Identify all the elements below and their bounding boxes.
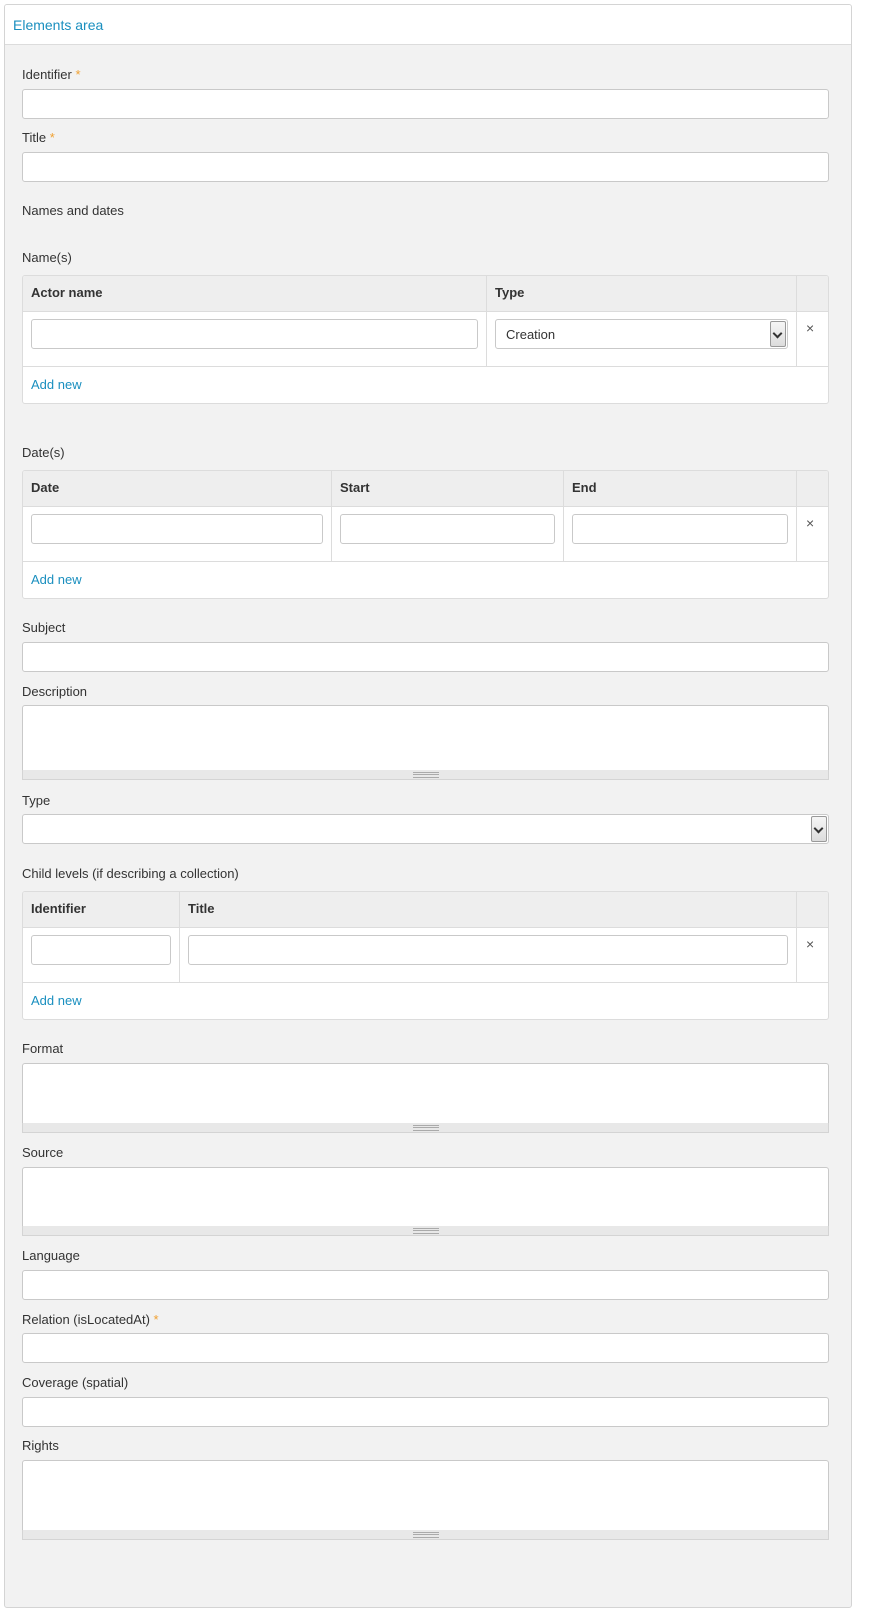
language-input[interactable] — [22, 1270, 829, 1300]
rights-resize-handle[interactable] — [22, 1530, 829, 1540]
title-input[interactable] — [22, 152, 829, 182]
child-title-input[interactable] — [188, 935, 788, 965]
column-header-actor-name: Actor name — [31, 285, 103, 300]
format-resize-handle[interactable] — [22, 1123, 829, 1133]
start-date-input[interactable] — [340, 514, 555, 544]
source-resize-handle[interactable] — [22, 1226, 829, 1236]
column-header-end: End — [572, 480, 597, 495]
column-divider — [331, 471, 332, 562]
grip-icon — [412, 1532, 439, 1538]
rights-textarea[interactable] — [22, 1460, 829, 1531]
end-date-input[interactable] — [572, 514, 788, 544]
row-divider — [23, 561, 828, 562]
actor-name-input[interactable] — [31, 319, 478, 349]
column-divider — [486, 276, 487, 367]
child-levels-table-header — [23, 892, 828, 928]
name-type-select[interactable]: Creation — [495, 319, 788, 349]
identifier-label: Identifier * — [22, 67, 81, 82]
relation-label: Relation (isLocatedAt) * — [22, 1312, 159, 1327]
column-divider — [796, 892, 797, 983]
description-resize-handle[interactable] — [22, 770, 829, 780]
identifier-input[interactable] — [22, 89, 829, 119]
names-table: Actor name Type Creation × Add new — [22, 275, 829, 404]
chevron-down-icon[interactable] — [811, 816, 827, 842]
source-textarea[interactable] — [22, 1167, 829, 1227]
subject-input[interactable] — [22, 642, 829, 672]
column-divider — [796, 276, 797, 367]
dates-add-new-link[interactable]: Add new — [31, 572, 82, 587]
relation-input[interactable] — [22, 1333, 829, 1363]
child-levels-add-new-link[interactable]: Add new — [31, 993, 82, 1008]
names-table-header — [23, 276, 828, 312]
format-textarea[interactable] — [22, 1063, 829, 1124]
panel-title[interactable]: Elements area — [13, 17, 103, 33]
required-marker: * — [153, 1312, 159, 1327]
name-type-value: Creation — [506, 327, 556, 342]
subject-label: Subject — [22, 620, 66, 635]
date-input[interactable] — [31, 514, 323, 544]
column-divider — [179, 892, 180, 983]
title-label-text: Title — [22, 130, 47, 145]
source-label: Source — [22, 1145, 64, 1160]
row-divider — [23, 366, 828, 367]
required-marker: * — [49, 130, 55, 145]
names-add-new-link[interactable]: Add new — [31, 377, 82, 392]
coverage-input[interactable] — [22, 1397, 829, 1427]
dates-table-header — [23, 471, 828, 507]
rights-label: Rights — [22, 1438, 59, 1453]
dates-table-label: Date(s) — [22, 445, 65, 460]
column-header-type: Type — [495, 285, 525, 300]
column-header-date: Date — [31, 480, 60, 495]
description-textarea[interactable] — [22, 705, 829, 771]
column-header-identifier: Identifier — [31, 901, 86, 916]
dates-table: Date Start End × Add new — [22, 470, 829, 599]
type-select[interactable] — [22, 814, 829, 844]
names-and-dates-heading: Names and dates — [22, 203, 124, 218]
remove-row-icon[interactable]: × — [806, 320, 814, 336]
grip-icon — [412, 1125, 439, 1131]
child-identifier-input[interactable] — [31, 935, 171, 965]
column-divider — [563, 471, 564, 562]
type-label: Type — [22, 793, 51, 808]
language-label: Language — [22, 1248, 80, 1263]
relation-label-text: Relation (isLocatedAt) — [22, 1312, 150, 1327]
row-divider — [23, 982, 828, 983]
grip-icon — [412, 1228, 439, 1234]
title-label: Title * — [22, 130, 55, 145]
identifier-label-text: Identifier — [22, 67, 72, 82]
column-header-start: Start — [340, 480, 370, 495]
names-table-label: Name(s) — [22, 250, 72, 265]
description-label: Description — [22, 684, 88, 699]
child-levels-table: Identifier Title × Add new — [22, 891, 829, 1020]
required-marker: * — [75, 67, 81, 82]
format-label: Format — [22, 1041, 64, 1056]
child-levels-label: Child levels (if describing a collection… — [22, 866, 239, 881]
remove-row-icon[interactable]: × — [806, 515, 814, 531]
grip-icon — [412, 772, 439, 778]
coverage-label: Coverage (spatial) — [22, 1375, 129, 1390]
remove-row-icon[interactable]: × — [806, 936, 814, 952]
panel-header[interactable]: Elements area — [5, 5, 851, 45]
column-divider — [796, 471, 797, 562]
column-header-title: Title — [188, 901, 215, 916]
elements-area-panel: Elements area Identifier * Title * Names… — [4, 4, 852, 1608]
chevron-down-icon[interactable] — [770, 321, 786, 347]
